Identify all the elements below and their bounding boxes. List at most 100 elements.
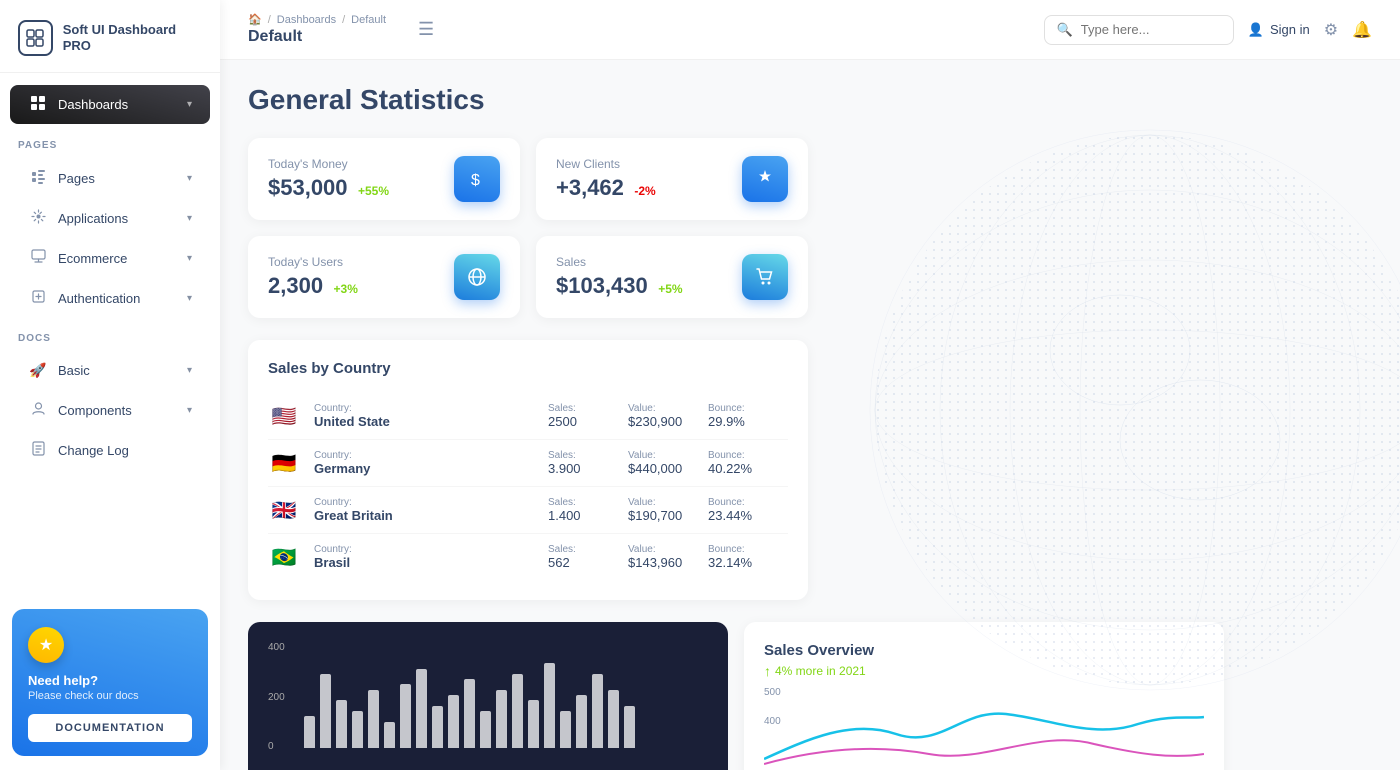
- bar-chart-bars: [304, 642, 708, 752]
- country-value-us: Value: $230,900: [628, 403, 708, 429]
- bar-21: [624, 706, 635, 748]
- sidebar-nav: Dashboards ▾ PAGES Pages: [0, 73, 220, 595]
- sidebar-item-basic[interactable]: 🚀 Basic ▾: [10, 352, 210, 389]
- sidebar-item-changelog[interactable]: Change Log: [10, 431, 210, 469]
- dashboards-icon: [28, 95, 48, 114]
- app-name: Soft UI Dashboard PRO: [63, 22, 202, 53]
- overview-y-500: 500: [764, 687, 781, 698]
- pages-icon: [28, 169, 48, 187]
- country-bounce-us: Bounce: 29.9%: [708, 403, 788, 429]
- bar-11: [464, 679, 475, 748]
- authentication-arrow: ▾: [187, 293, 192, 304]
- flag-gb: 🇬🇧: [268, 499, 300, 521]
- bar-8: [416, 669, 427, 749]
- help-star-icon: ★: [28, 627, 64, 663]
- sidebar-ecommerce-label: Ecommerce: [58, 251, 127, 266]
- bar-5: [368, 690, 379, 748]
- bar-3: [336, 700, 347, 748]
- help-title: Need help?: [28, 673, 192, 688]
- sales-overview-title: Sales Overview: [764, 642, 1204, 659]
- stat-users-label: Today's Users: [268, 255, 358, 269]
- docs-section-label: DOCS: [0, 319, 220, 350]
- country-name-gb: Great Britain: [314, 508, 548, 523]
- stat-users-icon: [454, 254, 500, 300]
- sidebar-help: ★ Need help? Please check our docs DOCUM…: [12, 609, 208, 756]
- breadcrumb: 🏠 / Dashboards / Default: [248, 13, 386, 26]
- sidebar-item-pages[interactable]: Pages ▾: [10, 159, 210, 197]
- sidebar-components-label: Components: [58, 403, 132, 418]
- bar-2: [320, 674, 331, 748]
- bar-18: [576, 695, 587, 748]
- stats-grid: Today's Money $53,000 +55% $ New Clients: [248, 138, 808, 318]
- country-name-us: United State: [314, 414, 548, 429]
- signin-button[interactable]: 👤 Sign in: [1248, 22, 1310, 38]
- sales-country-title: Sales by Country: [268, 360, 788, 377]
- stat-clients-label: New Clients: [556, 157, 656, 171]
- stat-clients-change: -2%: [634, 184, 655, 198]
- country-info-us: Country: United State: [314, 403, 548, 429]
- flag-de: 🇩🇪: [268, 452, 300, 474]
- sidebar-item-dashboards[interactable]: Dashboards ▾: [10, 85, 210, 124]
- country-info-br: Country: Brasil: [314, 544, 548, 570]
- y-label-0: 0: [268, 741, 298, 752]
- content-area: General Statistics /* dots rendered inli…: [220, 60, 1400, 770]
- bar-10: [448, 695, 459, 748]
- search-container[interactable]: 🔍: [1044, 15, 1234, 45]
- country-name-de: Germany: [314, 461, 548, 476]
- stat-card-users-info: Today's Users 2,300 +3%: [268, 255, 358, 299]
- logo-icon: [18, 20, 53, 56]
- sidebar: Soft UI Dashboard PRO Dashboards ▾ PAGES: [0, 0, 220, 770]
- breadcrumb-home-icon: 🏠: [248, 13, 262, 26]
- country-name-br: Brasil: [314, 555, 548, 570]
- stat-sales-label: Sales: [556, 255, 683, 269]
- country-sales-br: Sales: 562: [548, 544, 628, 570]
- sales-overview-subtitle: ↑ 4% more in 2021: [764, 663, 1204, 679]
- sidebar-basic-label: Basic: [58, 363, 90, 378]
- globe-visualization: /* dots rendered inline via pattern */: [860, 120, 1400, 700]
- country-sales-gb: Sales: 1.400: [548, 497, 628, 523]
- bar-12: [480, 711, 491, 748]
- stat-sales-value: $103,430: [556, 273, 648, 298]
- sidebar-item-components[interactable]: Components ▾: [10, 391, 210, 429]
- stat-clients-value: +3,462: [556, 175, 624, 200]
- ecommerce-icon: [28, 249, 48, 267]
- country-row-br: 🇧🇷 Country: Brasil Sales: 562 Value: $14…: [268, 534, 788, 580]
- breadcrumb-parent: Dashboards: [277, 14, 336, 26]
- stat-users-value: 2,300: [268, 273, 323, 298]
- flag-us: 🇺🇸: [268, 405, 300, 427]
- bar-15: [528, 700, 539, 748]
- stat-card-clients-info: New Clients +3,462 -2%: [556, 157, 656, 201]
- bar-17: [560, 711, 571, 748]
- settings-icon[interactable]: ⚙: [1324, 20, 1338, 40]
- basic-arrow: ▾: [187, 365, 192, 376]
- search-icon: 🔍: [1057, 22, 1073, 38]
- applications-icon: [28, 209, 48, 227]
- changelog-icon: [28, 441, 48, 459]
- search-input[interactable]: [1081, 22, 1221, 37]
- country-value-gb: Value: $190,700: [628, 497, 708, 523]
- bar-13: [496, 690, 507, 748]
- country-row-us: 🇺🇸 Country: United State Sales: 2500 Val…: [268, 393, 788, 440]
- authentication-icon: [28, 289, 48, 307]
- bar-14: [512, 674, 523, 748]
- sidebar-item-ecommerce[interactable]: Ecommerce ▾: [10, 239, 210, 277]
- topbar-right: 🔍 👤 Sign in ⚙ 🔔: [1044, 15, 1372, 45]
- notifications-icon[interactable]: 🔔: [1352, 20, 1372, 40]
- signin-label: Sign in: [1270, 22, 1310, 37]
- stat-money-change: +55%: [358, 184, 389, 198]
- stat-sales-change: +5%: [658, 282, 682, 296]
- country-bounce-gb: Bounce: 23.44%: [708, 497, 788, 523]
- country-value-br: Value: $143,960: [628, 544, 708, 570]
- svg-text:$: $: [471, 172, 480, 189]
- country-sales-de: Sales: 3.900: [548, 450, 628, 476]
- bottom-charts-row: 400 200 0: [248, 622, 1224, 770]
- topbar: 🏠 / Dashboards / Default Default ☰ 🔍 👤 S…: [220, 0, 1400, 60]
- stat-card-users: Today's Users 2,300 +3%: [248, 236, 520, 318]
- breadcrumb-current: Default: [351, 14, 386, 26]
- documentation-button[interactable]: DOCUMENTATION: [28, 714, 192, 742]
- sidebar-item-applications[interactable]: Applications ▾: [10, 199, 210, 237]
- sidebar-item-authentication[interactable]: Authentication ▾: [10, 279, 210, 317]
- menu-toggle-button[interactable]: ☰: [418, 19, 434, 40]
- country-bounce-de: Bounce: 40.22%: [708, 450, 788, 476]
- basic-icon: 🚀: [28, 362, 48, 379]
